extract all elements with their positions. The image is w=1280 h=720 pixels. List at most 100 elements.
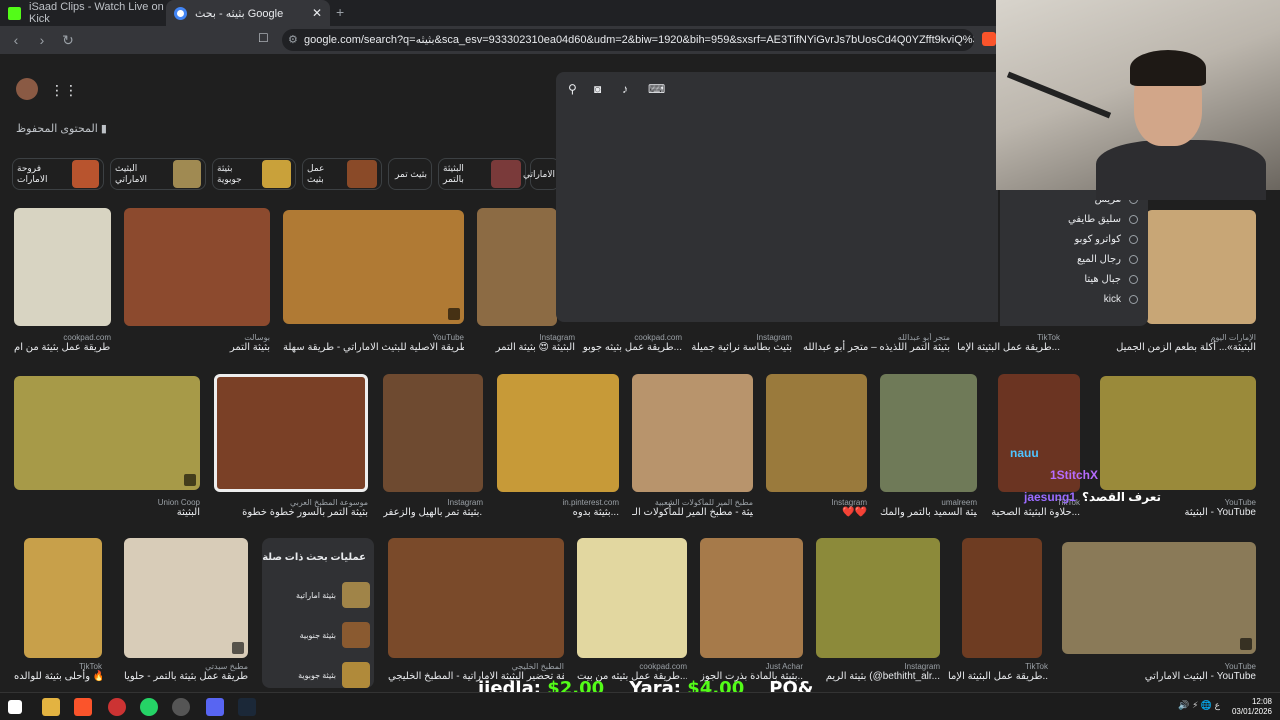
webcam-overlay <box>996 0 1280 200</box>
site-info-icon[interactable]: ⚙ <box>288 29 298 51</box>
suggestion-item[interactable]: سليق طايفي <box>1068 214 1138 225</box>
result-image[interactable] <box>766 374 867 492</box>
streamer-hair <box>1130 50 1206 86</box>
close-icon[interactable]: ✕ <box>312 6 322 20</box>
result-image[interactable] <box>283 210 464 324</box>
result-image[interactable] <box>577 538 687 658</box>
tab-google[interactable]: بثيثه - بحث Google ✕ <box>166 0 330 26</box>
related-item[interactable]: بثيثة جوبوية <box>298 662 370 688</box>
related-thumbnail <box>342 622 370 648</box>
result-image[interactable] <box>388 538 564 658</box>
address-bar[interactable]: ⚙ google.com/search?q=بثيثه&sca_esv=9333… <box>282 29 974 51</box>
result-image[interactable] <box>1062 542 1256 654</box>
camera-search-icon[interactable]: ◙ <box>594 82 601 96</box>
chip[interactable]: فروحة الامارات <box>12 158 104 190</box>
suggestion-item[interactable]: kick <box>1104 294 1138 305</box>
result-caption: YouTube البثيث الاماراتي - YouTube <box>1144 662 1256 682</box>
google-icon <box>174 6 187 20</box>
result-image[interactable] <box>632 374 753 492</box>
history-icon <box>1129 235 1138 244</box>
result-caption: TikTok وأحلى بثيثة للوالده 🔥 <box>14 662 102 682</box>
apps-grid-icon[interactable]: ⋮⋮ <box>50 82 78 99</box>
chat-username: jaesung1 <box>1024 490 1077 504</box>
chip-thumbnail <box>347 160 377 188</box>
result-image[interactable] <box>124 208 270 326</box>
result-caption: in.pinterest.com بثيثة بدوه... <box>562 498 619 518</box>
result-caption: الإمارات اليوم البثيثة»... أكلة بطعم الزم… <box>1116 333 1256 353</box>
related-thumbnail <box>342 582 370 608</box>
avatar[interactable] <box>16 78 38 100</box>
chip-thumbnail <box>72 160 99 188</box>
steam-icon[interactable] <box>238 698 256 716</box>
tab-kick[interactable]: iSaad Clips - Watch Live on Kick <box>0 0 172 26</box>
chip[interactable]: عمل بثيث <box>302 158 382 190</box>
windows-taskbar: 🔊 ⚡ 🌐 ع 12:08 03/01/2026 <box>0 692 1280 720</box>
chip[interactable]: بثيثة جوبوية <box>212 158 296 190</box>
suggestion-item[interactable]: كواترو كوبو <box>1075 234 1138 245</box>
result-image[interactable] <box>1146 210 1256 324</box>
result-image[interactable] <box>1100 376 1256 490</box>
system-tray[interactable]: 🔊 ⚡ 🌐 ع <box>1178 700 1220 711</box>
discord-icon[interactable] <box>206 698 224 716</box>
file-explorer-icon[interactable] <box>42 698 60 716</box>
history-icon <box>1129 275 1138 284</box>
keyboard-icon[interactable]: ⌨ <box>648 82 665 96</box>
brave-icon[interactable] <box>74 698 92 716</box>
brave-shields-icon[interactable] <box>982 32 996 46</box>
suggestion-item[interactable]: رجال الميع <box>1077 254 1138 265</box>
result-image[interactable] <box>816 538 940 658</box>
related-item[interactable]: بثيثة جنوبية <box>300 622 370 648</box>
result-caption: موسوعة المطبخ العربي بثيثة التمر بالسور خ… <box>242 498 368 518</box>
result-caption: YouTubeالطريقة الاصلية للبثيث الاماراتي … <box>283 333 464 353</box>
related-item[interactable]: بثيثة اماراتية <box>296 582 370 608</box>
result-caption: Instagramبثيثة تمر بالهيل والزعفر... <box>383 498 483 518</box>
search-icon[interactable]: ⚲ <box>568 82 577 96</box>
result-caption: Instagram ❤️❤️ <box>831 498 867 518</box>
result-image[interactable] <box>383 374 483 492</box>
result-image[interactable] <box>124 538 248 658</box>
result-caption: cookpad.comطريقة عمل بثيثة من ام... <box>14 333 111 353</box>
result-caption: بوسالت بثيثة التمر <box>229 333 270 353</box>
result-image[interactable] <box>962 538 1042 658</box>
result-caption: TikTokطريقة عمل البثيثة الإما... <box>948 662 1048 682</box>
history-icon <box>1129 295 1138 304</box>
play-icon <box>1240 638 1252 650</box>
history-icon <box>1129 215 1138 224</box>
bookmark-icon[interactable]: ☐ <box>258 31 269 45</box>
obs-icon[interactable] <box>172 698 190 716</box>
start-icon[interactable] <box>8 700 22 714</box>
result-caption: مطبخ سيدتي طريقة عمل بثيثة بالتمر - حلويا… <box>124 662 248 682</box>
result-caption: Union Coop البثيثة <box>157 498 200 518</box>
result-image[interactable] <box>214 374 368 492</box>
result-caption: cookpad.com طريقة عمل بثيثه جوبو... <box>582 333 682 353</box>
new-tab-icon[interactable]: + <box>336 4 344 20</box>
forward-icon[interactable]: › <box>32 32 52 48</box>
related-searches: عمليات بحث ذات صلة بثيثة اماراتية بثيثة … <box>262 538 374 688</box>
result-image[interactable] <box>24 538 102 658</box>
suggestion-item[interactable]: جبال هيتا <box>1084 274 1138 285</box>
tab-label: بثيثه - بحث Google <box>195 7 284 20</box>
result-image[interactable] <box>497 374 619 492</box>
result-caption: Instagram بثيثة الريم (@bethitht_alr... <box>825 662 940 682</box>
chip[interactable]: البثيثة بالتمر <box>438 158 526 190</box>
search-dropdown: ⚲ ◙ ♪ ⌨ <box>556 72 998 322</box>
result-caption: TikTokطريقة عمل البثيثة الإما... <box>957 333 1060 353</box>
url-text: google.com/search?q=بثيثه&sca_esv=933302… <box>304 34 974 46</box>
tab-label: iSaad Clips - Watch Live on Kick <box>29 1 164 25</box>
result-image[interactable] <box>477 208 557 326</box>
saved-content-link[interactable]: المحتوى المحفوظ ▮ <box>16 122 107 135</box>
clock[interactable]: 12:08 03/01/2026 <box>1232 697 1272 717</box>
reload-icon[interactable]: ↻ <box>58 32 78 49</box>
result-image[interactable] <box>880 374 977 492</box>
result-image[interactable] <box>700 538 803 658</box>
app-icon[interactable] <box>108 698 126 716</box>
whatsapp-icon[interactable] <box>140 698 158 716</box>
chat-username: nauu <box>1010 446 1039 460</box>
back-icon[interactable]: ‹ <box>6 32 26 48</box>
chip[interactable]: بثيث تمر <box>388 158 432 190</box>
chip[interactable]: البثيث الاماراتي <box>110 158 206 190</box>
streamer-body <box>1096 140 1266 200</box>
result-image[interactable] <box>14 376 200 490</box>
microphone-icon[interactable]: ♪ <box>622 82 628 96</box>
result-image[interactable] <box>14 208 111 326</box>
